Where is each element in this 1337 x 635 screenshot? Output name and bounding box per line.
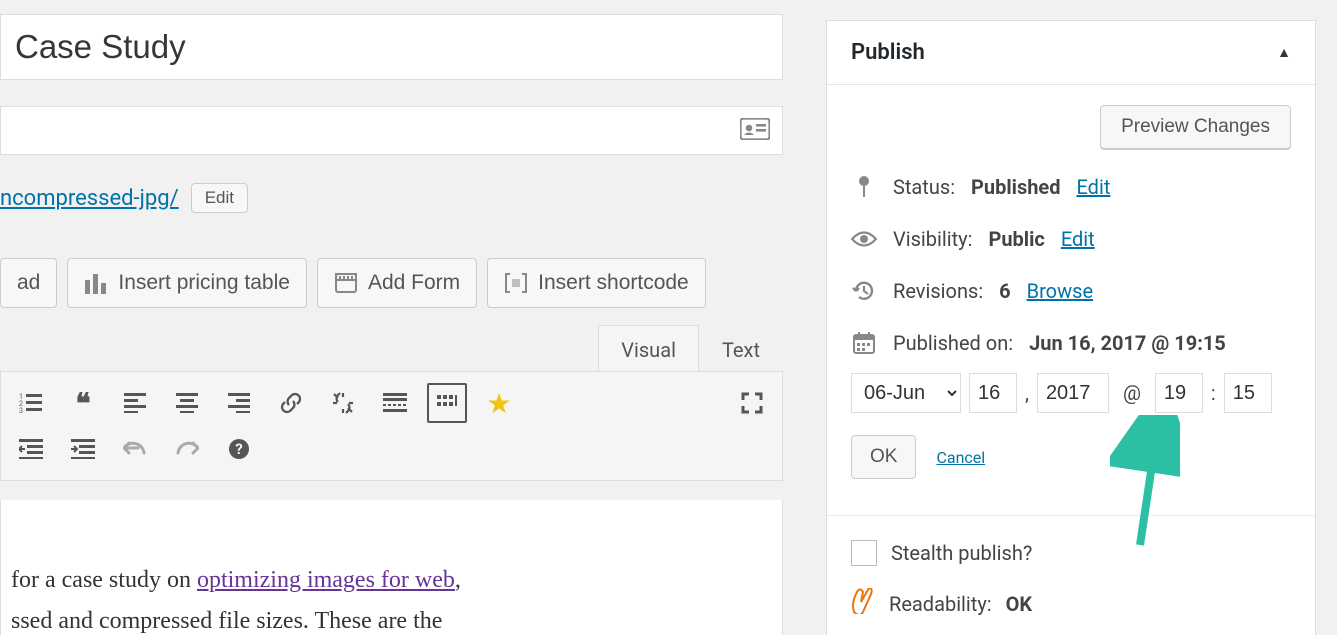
pin-icon	[851, 175, 877, 199]
content-text-1: for a case study on	[11, 567, 197, 593]
add-form-button[interactable]: Add Form	[317, 258, 477, 308]
id-card-icon	[740, 118, 770, 144]
content-text-2: ,	[455, 567, 461, 593]
ok-button[interactable]: OK	[851, 435, 916, 479]
blockquote-icon[interactable]: ❝	[63, 383, 103, 423]
undo-icon[interactable]	[115, 429, 155, 469]
read-more-icon[interactable]	[375, 383, 415, 423]
insert-shortcode-button[interactable]: Insert shortcode	[487, 258, 706, 308]
hour-input[interactable]	[1155, 373, 1203, 413]
form-icon	[334, 272, 358, 294]
month-select[interactable]: 06-Jun	[851, 373, 961, 413]
help-icon[interactable]: ?	[219, 429, 259, 469]
svg-text:?: ?	[235, 440, 242, 458]
align-right-icon[interactable]	[219, 383, 259, 423]
tab-visual[interactable]: Visual	[598, 325, 699, 375]
bar-chart-icon	[84, 272, 108, 294]
published-on-value: Jun 16, 2017 @ 19:15	[1029, 331, 1226, 355]
download-button-label: ad	[17, 271, 40, 295]
revisions-label: Revisions:	[893, 279, 983, 303]
published-on-row: Published on: Jun 16, 2017 @ 19:15	[851, 331, 1291, 355]
content-link[interactable]: optimizing images for web	[197, 567, 455, 593]
status-row: Status: Published Edit	[851, 175, 1291, 199]
revisions-row: Revisions: 6 Browse	[851, 279, 1291, 303]
link-icon[interactable]	[271, 383, 311, 423]
align-left-icon[interactable]	[115, 383, 155, 423]
minute-input[interactable]	[1224, 373, 1272, 413]
fullscreen-icon[interactable]	[732, 383, 772, 423]
align-center-icon[interactable]	[167, 383, 207, 423]
year-input[interactable]	[1037, 373, 1109, 413]
revisions-value: 6	[999, 279, 1010, 303]
preview-changes-button[interactable]: Preview Changes	[1100, 105, 1291, 149]
svg-text:3: 3	[19, 407, 23, 414]
readability-row: Readability: OK	[851, 588, 1291, 619]
eye-icon	[851, 230, 877, 248]
collapse-icon: ▲	[1277, 44, 1291, 61]
publish-panel-header[interactable]: Publish ▲	[827, 21, 1315, 85]
pricing-button-label: Insert pricing table	[118, 271, 290, 295]
stealth-publish-row: Stealth publish?	[851, 540, 1291, 566]
insert-pricing-table-button[interactable]: Insert pricing table	[67, 258, 307, 308]
numbered-list-icon[interactable]: 123	[11, 383, 51, 423]
time-separator: :	[1211, 381, 1216, 405]
outdent-icon[interactable]	[11, 429, 51, 469]
media-toolbar: ad Insert pricing table Add Form Insert …	[0, 258, 783, 308]
shortcode-icon	[504, 272, 528, 294]
visibility-row: Visibility: Public Edit	[851, 227, 1291, 251]
at-label: @	[1117, 381, 1147, 405]
status-value: Published	[971, 175, 1060, 199]
published-on-label: Published on:	[893, 331, 1013, 355]
content-text-3: ssed and compressed file sizes. These ar…	[11, 608, 442, 634]
star-icon[interactable]: ★	[479, 383, 519, 423]
permalink-link[interactable]: ncompressed-jpg/	[0, 186, 179, 211]
unlink-icon[interactable]	[323, 383, 363, 423]
publish-panel-title: Publish	[851, 40, 925, 65]
editor-tabs: Visual Text	[0, 320, 783, 375]
date-controls: 06-Jun , @ :	[851, 373, 1291, 413]
revisions-browse-link[interactable]: Browse	[1027, 279, 1093, 303]
editor-toolbar: 123 ❝ ★ ?	[0, 371, 783, 481]
visibility-label: Visibility:	[893, 227, 972, 251]
cancel-link[interactable]: Cancel	[936, 448, 985, 467]
status-label: Status:	[893, 175, 955, 199]
visibility-value: Public	[988, 227, 1044, 251]
permalink-row: ncompressed-jpg/ Edit	[0, 183, 248, 213]
post-title-input[interactable]	[0, 14, 783, 80]
visibility-edit-link[interactable]: Edit	[1061, 227, 1095, 251]
readability-value: OK	[1006, 592, 1033, 616]
history-icon	[851, 279, 877, 303]
tab-text[interactable]: Text	[699, 325, 783, 375]
secondary-field[interactable]	[0, 106, 783, 155]
yoast-icon	[851, 588, 875, 619]
readability-label: Readability:	[889, 592, 992, 616]
publish-panel: Publish ▲ Preview Changes Status: Publis…	[826, 20, 1316, 635]
redo-icon[interactable]	[167, 429, 207, 469]
download-button[interactable]: ad	[0, 258, 57, 308]
calendar-icon	[851, 332, 877, 354]
status-edit-link[interactable]: Edit	[1077, 175, 1111, 199]
form-button-label: Add Form	[368, 271, 460, 295]
stealth-publish-checkbox[interactable]	[851, 540, 877, 566]
permalink-edit-button[interactable]: Edit	[191, 183, 248, 213]
shortcode-button-label: Insert shortcode	[538, 271, 689, 295]
editor-content[interactable]: for a case study on optimizing images fo…	[0, 500, 783, 635]
toolbar-toggle-icon[interactable]	[427, 383, 467, 423]
indent-icon[interactable]	[63, 429, 103, 469]
day-input[interactable]	[969, 373, 1017, 413]
stealth-publish-label: Stealth publish?	[891, 541, 1032, 565]
